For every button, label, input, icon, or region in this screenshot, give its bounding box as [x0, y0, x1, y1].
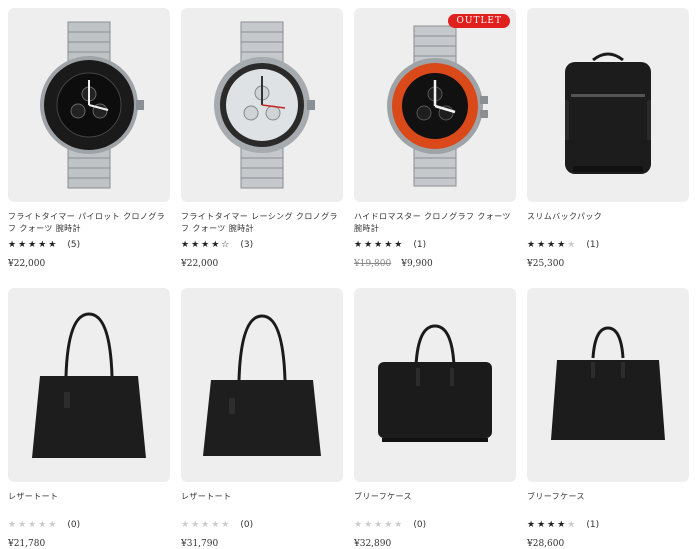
product-rating: ★★★★★ (0) [8, 519, 170, 531]
review-count: (0) [240, 520, 254, 530]
product-image-briefcase[interactable] [527, 288, 689, 482]
star-rating-icon: ★★★★★ [8, 520, 59, 530]
review-count: (1) [586, 520, 600, 530]
product-card[interactable]: レザートート ★★★★★ (0) ¥21,780 [8, 288, 170, 549]
product-image-briefcase[interactable] [354, 288, 516, 482]
review-count: (0) [67, 520, 81, 530]
product-image-watch[interactable]: OUTLET [354, 8, 516, 202]
product-image-tote[interactable] [181, 288, 343, 482]
price-row: ¥22,000 [8, 259, 170, 269]
review-count: (1) [413, 240, 427, 250]
star-rating-icon: ★★★★★ [527, 520, 578, 530]
product-image-watch[interactable] [181, 8, 343, 202]
product-rating: ★★★★★ (0) [181, 519, 343, 531]
star-rating-icon: ★★★★★ [354, 240, 405, 250]
product-card[interactable]: ブリーフケース ★★★★★ (0) ¥32,890 [354, 288, 516, 549]
price-row: ¥25,300 [527, 259, 689, 269]
product-price: ¥25,300 [527, 259, 565, 269]
star-rating-icon: ★★★★★ [8, 240, 59, 250]
product-price: ¥22,000 [181, 259, 219, 269]
product-price: ¥22,000 [8, 259, 46, 269]
product-price: ¥9,900 [401, 259, 433, 269]
product-card[interactable]: フライトタイマー レーシング クロノグラフ クォーツ 腕時計 ★★★★☆ (3)… [181, 8, 343, 269]
product-rating: ★★★★★ (1) [527, 519, 689, 531]
outlet-badge: OUTLET [448, 14, 510, 28]
product-name[interactable]: レザートート [8, 491, 170, 515]
star-rating-icon: ★★★★★ [527, 240, 578, 250]
review-count: (1) [586, 240, 600, 250]
review-count: (0) [413, 520, 427, 530]
price-row: ¥19,800 ¥9,900 [354, 259, 516, 269]
star-rating-icon: ★★★★☆ [181, 240, 232, 250]
product-name[interactable]: フライトタイマー レーシング クロノグラフ クォーツ 腕時計 [181, 211, 343, 235]
product-rating: ★★★★★ (1) [354, 239, 516, 251]
product-rating: ★★★★★ (0) [354, 519, 516, 531]
product-rating: ★★★★★ (5) [8, 239, 170, 251]
product-name[interactable]: ハイドロマスター クロノグラフ クォーツ 腕時計 [354, 211, 516, 235]
product-image-watch[interactable] [8, 8, 170, 202]
original-price: ¥19,800 [354, 259, 392, 269]
product-card[interactable]: ブリーフケース ★★★★★ (1) ¥28,600 [527, 288, 689, 549]
product-card[interactable]: フライトタイマー パイロット クロノグラフ クォーツ 腕時計 ★★★★★ (5)… [8, 8, 170, 269]
review-count: (3) [240, 240, 254, 250]
product-name[interactable]: ブリーフケース [527, 491, 689, 515]
product-card[interactable]: OUTLET ハイドロマスター クロノグラフ クォーツ 腕時計 ★★★★★ (1… [354, 8, 516, 269]
product-name[interactable]: ブリーフケース [354, 491, 516, 515]
product-card[interactable]: スリムバックパック ★★★★★ (1) ¥25,300 [527, 8, 689, 269]
review-count: (5) [67, 240, 81, 250]
price-row: ¥22,000 [181, 259, 343, 269]
product-rating: ★★★★☆ (3) [181, 239, 343, 251]
star-rating-icon: ★★★★★ [181, 520, 232, 530]
product-image-tote[interactable] [8, 288, 170, 482]
star-rating-icon: ★★★★★ [354, 520, 405, 530]
product-name[interactable]: スリムバックパック [527, 211, 689, 235]
product-rating: ★★★★★ (1) [527, 239, 689, 251]
product-card[interactable]: レザートート ★★★★★ (0) ¥31,790 [181, 288, 343, 549]
product-name[interactable]: レザートート [181, 491, 343, 515]
product-image-backpack[interactable] [527, 8, 689, 202]
product-name[interactable]: フライトタイマー パイロット クロノグラフ クォーツ 腕時計 [8, 211, 170, 235]
